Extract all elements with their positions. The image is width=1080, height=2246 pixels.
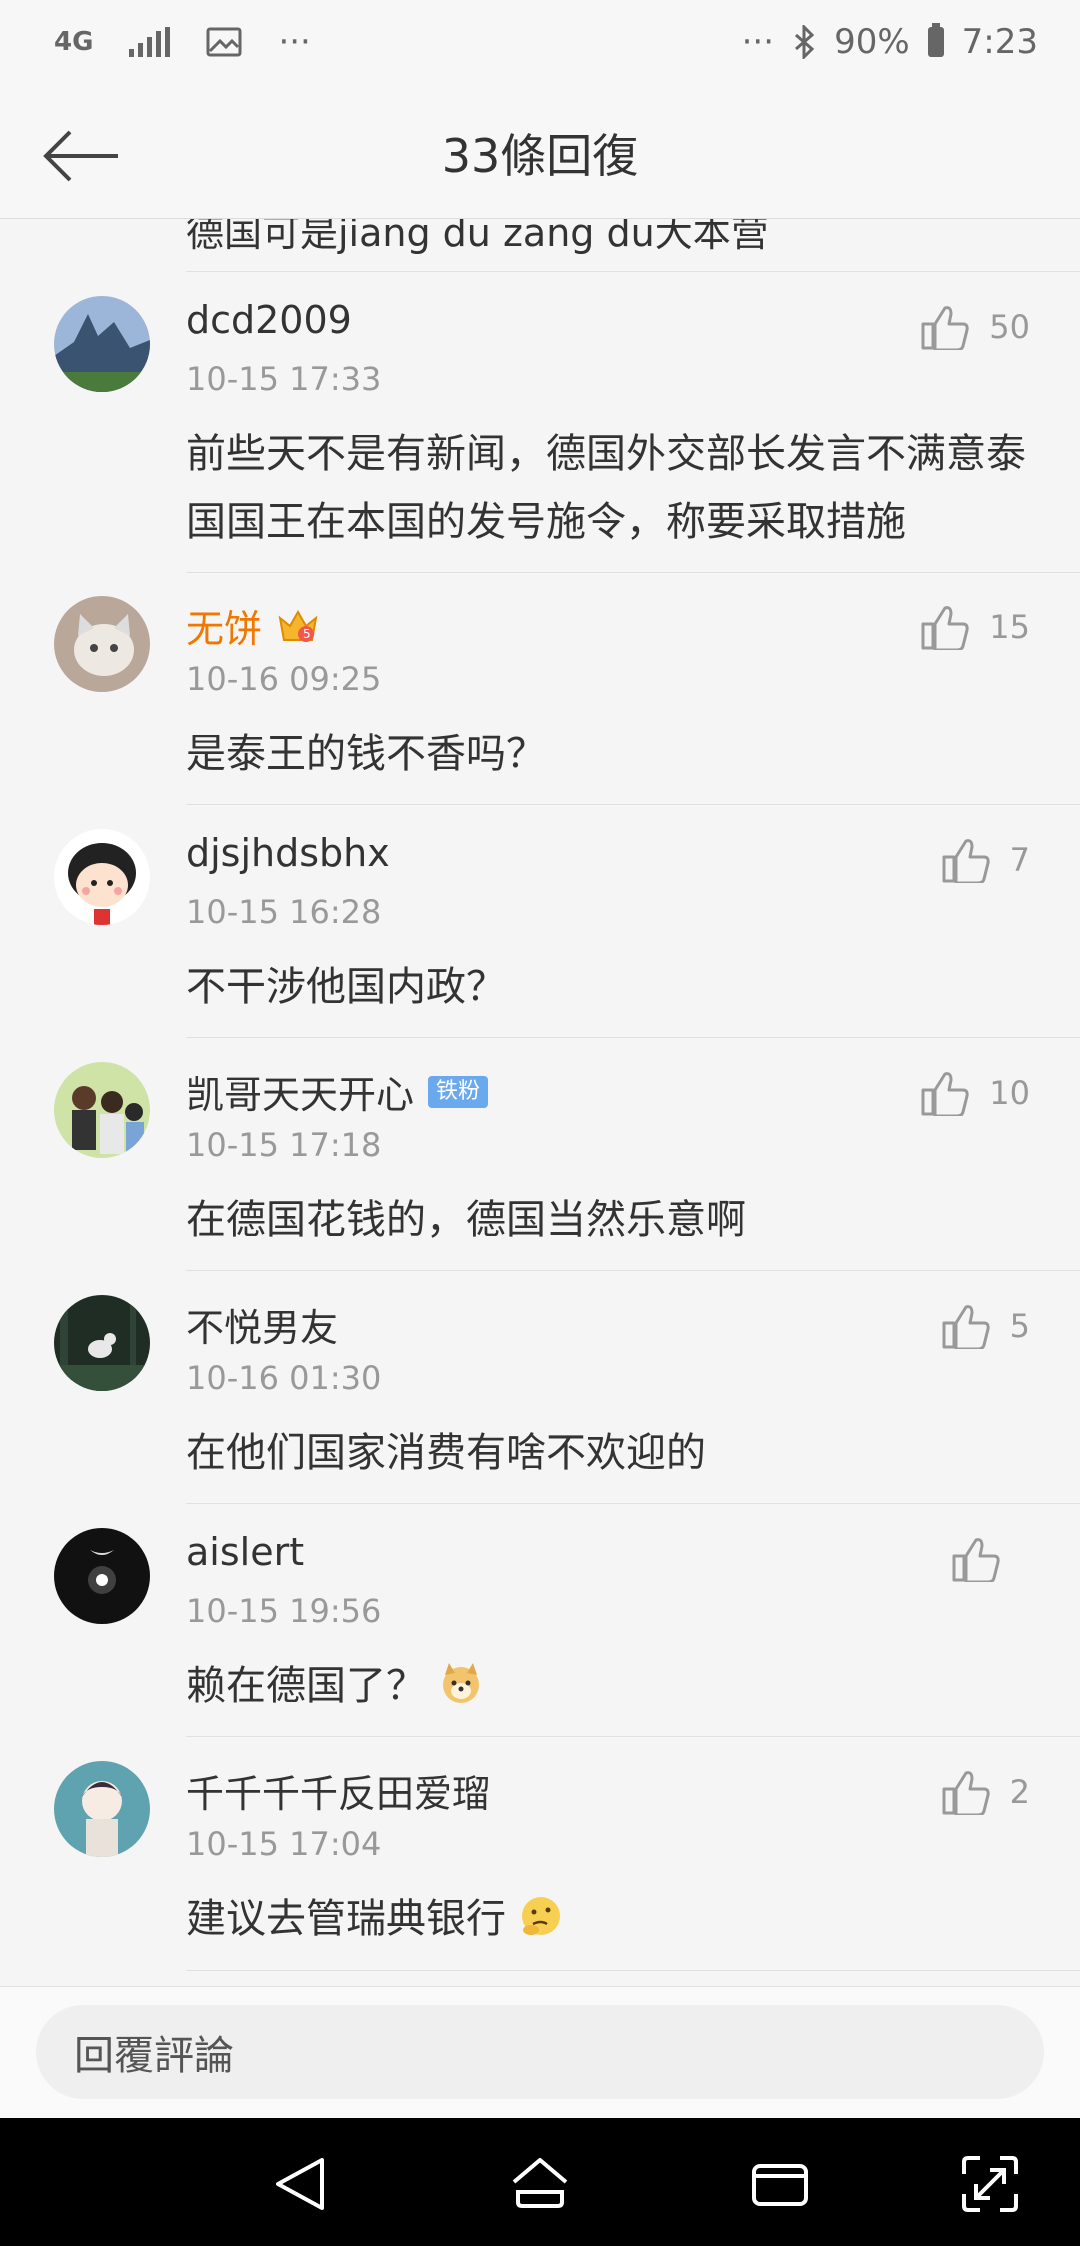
battery-icon <box>927 23 944 57</box>
like-button[interactable]: 2 <box>942 1769 1030 1815</box>
avatar[interactable] <box>54 1528 150 1624</box>
thinking-emoji-icon <box>521 1897 560 1935</box>
cartoon-girl-avatar-icon <box>54 829 150 925</box>
like-count: 50 <box>989 308 1030 346</box>
thumbs-up-icon <box>921 606 969 650</box>
comment-time: 10-15 16:28 <box>186 893 382 931</box>
divider <box>186 572 1080 573</box>
comment-time: 10-15 17:33 <box>186 360 382 398</box>
like-count: 7 <box>1009 841 1030 879</box>
username[interactable]: 无饼 5 <box>186 598 320 653</box>
vip-crown-icon: 5 <box>278 609 318 642</box>
bluetooth-icon <box>795 25 815 59</box>
comment-text: 是泰王的钱不香吗？ <box>186 731 546 777</box>
divider <box>186 1270 1080 1271</box>
signal-icon <box>129 27 171 57</box>
like-button[interactable]: 5 <box>942 1303 1030 1349</box>
like-button[interactable]: 15 <box>921 604 1030 650</box>
thumbs-up-icon <box>921 306 969 350</box>
avatar[interactable] <box>54 596 150 692</box>
battery-percent: 90% <box>834 22 910 62</box>
svg-text:5: 5 <box>303 627 311 641</box>
comment-text: 赖在德国了？ <box>186 1652 1046 1720</box>
comment-text: 不干涉他国内政？ <box>186 964 506 1010</box>
notification-more-icon: ··· <box>278 22 311 62</box>
reply-comment-input[interactable]: 回覆評論 <box>36 2005 1044 2099</box>
avatar[interactable] <box>54 1761 150 1857</box>
previous-comment-text: 德国可是jiang du zang du大本营 <box>186 218 769 255</box>
divider <box>186 1037 1080 1038</box>
comment-time: 10-16 01:30 <box>186 1359 382 1397</box>
status-more-icon: ··· <box>741 22 775 62</box>
avatar[interactable] <box>54 1295 150 1391</box>
like-button[interactable] <box>952 1536 1020 1582</box>
like-button[interactable]: 7 <box>942 837 1030 883</box>
thumbs-up-icon <box>942 1771 990 1815</box>
anime-girl-avatar-icon <box>54 1761 150 1857</box>
nav-home-button[interactable] <box>508 2152 572 2216</box>
status-bar: 4G ··· ··· 90% 7:23 <box>0 0 1080 92</box>
like-button[interactable]: 10 <box>921 1070 1030 1116</box>
username[interactable]: djsjhdsbhx <box>186 831 390 875</box>
divider <box>186 804 1080 805</box>
comment-text: 前些天不是有新闻，德国外交部长发言不满意泰国国王在本国的发号施令，称要采取措施 <box>186 431 1026 545</box>
thumbs-up-icon <box>942 1305 990 1349</box>
navigation-bar <box>0 2118 1080 2246</box>
thumbs-up-icon <box>952 1538 1000 1582</box>
comment-time: 10-15 17:18 <box>186 1126 382 1164</box>
username[interactable]: 不悦男友 <box>186 1297 338 1352</box>
expand-icon <box>962 2156 1018 2212</box>
reply-placeholder: 回覆評論 <box>74 2033 234 2079</box>
divider <box>186 1736 1080 1737</box>
header: 33條回復 <box>0 92 1080 219</box>
like-count: 15 <box>989 608 1030 646</box>
clock: 7:23 <box>961 22 1038 62</box>
like-count: 10 <box>989 1074 1030 1112</box>
comment-text: 建议去管瑞典银行 <box>186 1885 1046 1953</box>
avatar[interactable] <box>54 1062 150 1158</box>
forest-animal-avatar-icon <box>54 1295 150 1391</box>
network-type: 4G <box>54 27 94 57</box>
comment-time: 10-16 09:25 <box>186 660 382 698</box>
mountain-avatar-icon <box>54 296 150 392</box>
reply-bar: 回覆評論 <box>0 1986 1080 2119</box>
fan-badge: 铁粉 <box>428 1075 489 1108</box>
divider <box>186 271 1080 272</box>
username[interactable]: 千千千千反田爱瑠 <box>186 1763 490 1818</box>
recents-icon <box>752 2164 808 2206</box>
comment-list[interactable]: 德国可是jiang du zang du大本营 dcd2009 10-15 17… <box>0 218 1080 1986</box>
nav-expand-button[interactable] <box>958 2152 1022 2216</box>
like-count: 2 <box>1009 1773 1030 1811</box>
comment-time: 10-15 19:56 <box>186 1592 382 1630</box>
divider <box>186 1503 1080 1504</box>
avatar[interactable] <box>54 829 150 925</box>
moon-avatar-icon <box>54 1528 150 1624</box>
doge-emoji-icon <box>442 1663 479 1703</box>
image-icon <box>206 27 242 57</box>
username[interactable]: 凯哥天天开心 铁粉 <box>186 1064 489 1119</box>
thumbs-up-icon <box>921 1072 969 1116</box>
group-photo-avatar-icon <box>54 1062 150 1158</box>
nav-back-button[interactable] <box>268 2152 332 2216</box>
home-icon <box>512 2158 568 2208</box>
username[interactable]: dcd2009 <box>186 298 352 342</box>
divider <box>186 1970 1080 1971</box>
nav-recents-button[interactable] <box>748 2152 812 2216</box>
like-button[interactable]: 50 <box>921 304 1030 350</box>
avatar[interactable] <box>54 296 150 392</box>
nav-back-icon <box>276 2158 324 2210</box>
username[interactable]: aislert <box>186 1530 304 1574</box>
comment-time: 10-15 17:04 <box>186 1825 382 1863</box>
comment-text: 在他们国家消费有啥不欢迎的 <box>186 1430 706 1476</box>
thumbs-up-icon <box>942 839 990 883</box>
cat-avatar-icon <box>54 596 150 692</box>
comment-text: 在德国花钱的，德国当然乐意啊 <box>186 1197 746 1243</box>
page-title: 33條回復 <box>441 129 639 183</box>
like-count: 5 <box>1009 1307 1030 1345</box>
